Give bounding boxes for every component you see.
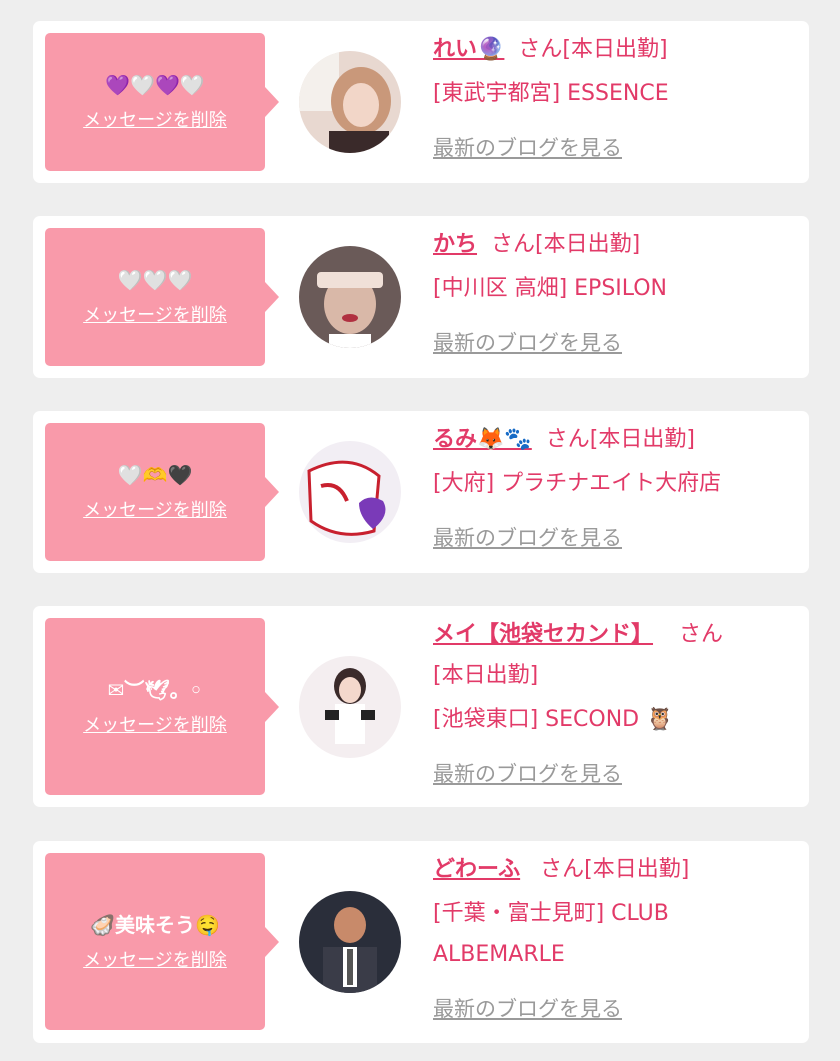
girl-name-link[interactable]: れい🔮 xyxy=(433,37,504,62)
blog-link[interactable]: 最新のブログを見る xyxy=(433,997,622,1021)
message-text: ✉︎︶🕊。◦ xyxy=(107,677,203,702)
message-card: 💜🤍💜🤍 メッセージを削除 れい🔮 さん[本日出勤] [東武宇都宮] ESSENC… xyxy=(33,21,809,183)
avatar-photo xyxy=(299,891,401,993)
message-text: 🦪美味そう🤤 xyxy=(90,912,220,937)
delete-message-link[interactable]: メッセージを削除 xyxy=(83,106,227,132)
status-text: さん[本日出勤] xyxy=(491,232,641,257)
message-card: ✉︎︶🕊。◦ メッセージを削除 メイ【池袋セカンド】 さん [本日出勤] [池袋東… xyxy=(33,606,809,807)
blog-link[interactable]: 最新のブログを見る xyxy=(433,762,622,786)
girl-name-link[interactable]: どわーふ xyxy=(433,857,520,882)
status-text: さん xyxy=(679,622,724,647)
name-line: かち さん[本日出勤] xyxy=(433,230,795,260)
message-text: 🤍🫶🖤 xyxy=(117,463,193,487)
girl-name-link[interactable]: るみ🦊🐾 xyxy=(433,427,532,452)
name-line: どわーふ さん[本日出勤] xyxy=(433,855,795,885)
message-bubble: 💜🤍💜🤍 メッセージを削除 xyxy=(45,33,279,171)
status-text: [本日出勤] xyxy=(433,663,539,688)
girl-name-link[interactable]: メイ【池袋セカンド】 xyxy=(433,622,653,647)
avatar-photo xyxy=(299,51,401,153)
message-bubble: 🦪美味そう🤤 メッセージを削除 xyxy=(45,853,279,1030)
delete-message-link[interactable]: メッセージを削除 xyxy=(83,496,227,522)
avatar[interactable] xyxy=(299,891,401,993)
blog-link[interactable]: 最新のブログを見る xyxy=(433,526,622,550)
avatar-photo xyxy=(299,441,401,543)
delete-message-link[interactable]: メッセージを削除 xyxy=(83,946,227,972)
message-bubble: 🤍🤍🤍 メッセージを削除 xyxy=(45,228,279,366)
status-text: さん[本日出勤] xyxy=(540,857,690,882)
name-line: れい🔮 さん[本日出勤] xyxy=(433,35,795,65)
avatar[interactable] xyxy=(299,51,401,153)
delete-message-link[interactable]: メッセージを削除 xyxy=(83,711,227,737)
avatar-photo xyxy=(299,656,401,758)
shop-text: [千葉・富士見町] CLUB xyxy=(433,901,669,926)
message-card: 🦪美味そう🤤 メッセージを削除 どわーふ さん[本日出勤] [千葉・富士見町] C… xyxy=(33,841,809,1043)
shop-text: [中川区 高畑] EPSILON xyxy=(433,276,668,301)
card-info: かち さん[本日出勤] [中川区 高畑] EPSILON 最新のブログを見る xyxy=(433,230,795,357)
message-text: 💜🤍💜🤍 xyxy=(105,73,205,97)
shop-text: ALBEMARLE xyxy=(433,942,565,967)
girl-name-link[interactable]: かち xyxy=(433,232,477,257)
blog-link[interactable]: 最新のブログを見る xyxy=(433,136,622,160)
message-bubble: 🤍🫶🖤 メッセージを削除 xyxy=(45,423,279,561)
message-card: 🤍🫶🖤 メッセージを削除 るみ🦊🐾 さん[本日出勤] [大府] プラチナエイト大府… xyxy=(33,411,809,573)
name-line: るみ🦊🐾 さん[本日出勤] xyxy=(433,425,795,455)
avatar[interactable] xyxy=(299,441,401,543)
status-text: さん[本日出勤] xyxy=(545,427,695,452)
name-line: メイ【池袋セカンド】 さん xyxy=(433,620,795,650)
message-text: 🤍🤍🤍 xyxy=(117,268,193,292)
delete-message-link[interactable]: メッセージを削除 xyxy=(83,301,227,327)
avatar[interactable] xyxy=(299,246,401,348)
avatar[interactable] xyxy=(299,656,401,758)
blog-link[interactable]: 最新のブログを見る xyxy=(433,331,622,355)
message-bubble: ✉︎︶🕊。◦ メッセージを削除 xyxy=(45,618,279,795)
card-info: メイ【池袋セカンド】 さん [本日出勤] [池袋東口] SECOND 🦉 最新のブ… xyxy=(433,620,795,788)
avatar-photo xyxy=(299,246,401,348)
card-info: れい🔮 さん[本日出勤] [東武宇都宮] ESSENCE 最新のブログを見る xyxy=(433,35,795,162)
status-text: さん[本日出勤] xyxy=(518,37,668,62)
shop-text: [池袋東口] SECOND 🦉 xyxy=(433,707,674,732)
message-card: 🤍🤍🤍 メッセージを削除 かち さん[本日出勤] [中川区 高畑] EPSILON… xyxy=(33,216,809,378)
card-info: るみ🦊🐾 さん[本日出勤] [大府] プラチナエイト大府店 最新のブログを見る xyxy=(433,425,795,552)
card-info: どわーふ さん[本日出勤] [千葉・富士見町] CLUB ALBEMARLE 最新… xyxy=(433,855,795,1023)
shop-text: [東武宇都宮] ESSENCE xyxy=(433,81,669,106)
shop-text: [大府] プラチナエイト大府店 xyxy=(433,471,722,496)
